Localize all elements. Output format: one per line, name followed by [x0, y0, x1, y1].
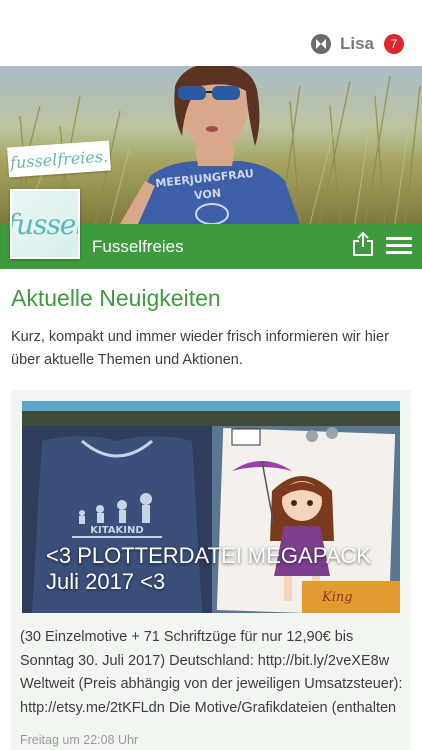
- shirt-print-text: KITAKIND: [90, 525, 143, 536]
- share-icon[interactable]: [351, 231, 375, 257]
- post-image[interactable]: KITAKIND King <3 PLOTTERDATEI MEGAPACK J…: [22, 401, 400, 613]
- page-title: Aktuelle Neuigkeiten: [11, 285, 221, 311]
- page-description: Kurz, kompakt und immer wieder frisch in…: [11, 329, 389, 368]
- app-logo-icon: [310, 34, 331, 54]
- post-card[interactable]: KITAKIND King <3 PLOTTERDATEI MEGAPACK J…: [11, 390, 411, 750]
- hamburger-menu-icon[interactable]: [386, 237, 412, 255]
- post-image-title: <3 PLOTTERDATEI MEGAPACK Juli 2017 <3: [46, 543, 371, 594]
- top-bar: Lisa 7: [0, 0, 422, 66]
- channel-name[interactable]: Fusselfreies: [92, 237, 184, 257]
- channel-logo-image: fussel: [12, 191, 78, 257]
- channel-logo-text: fussel: [10, 207, 80, 241]
- user-name[interactable]: Lisa: [340, 34, 374, 54]
- post-body: (30 Einzelmotive + 71 Schriftzüge für nu…: [20, 629, 403, 716]
- notification-badge[interactable]: 7: [384, 34, 404, 54]
- post-timestamp: Freitag um 22:08 Uhr: [20, 733, 139, 747]
- channel-logo[interactable]: fussel: [10, 189, 80, 259]
- user-menu[interactable]: Lisa 7: [310, 32, 404, 56]
